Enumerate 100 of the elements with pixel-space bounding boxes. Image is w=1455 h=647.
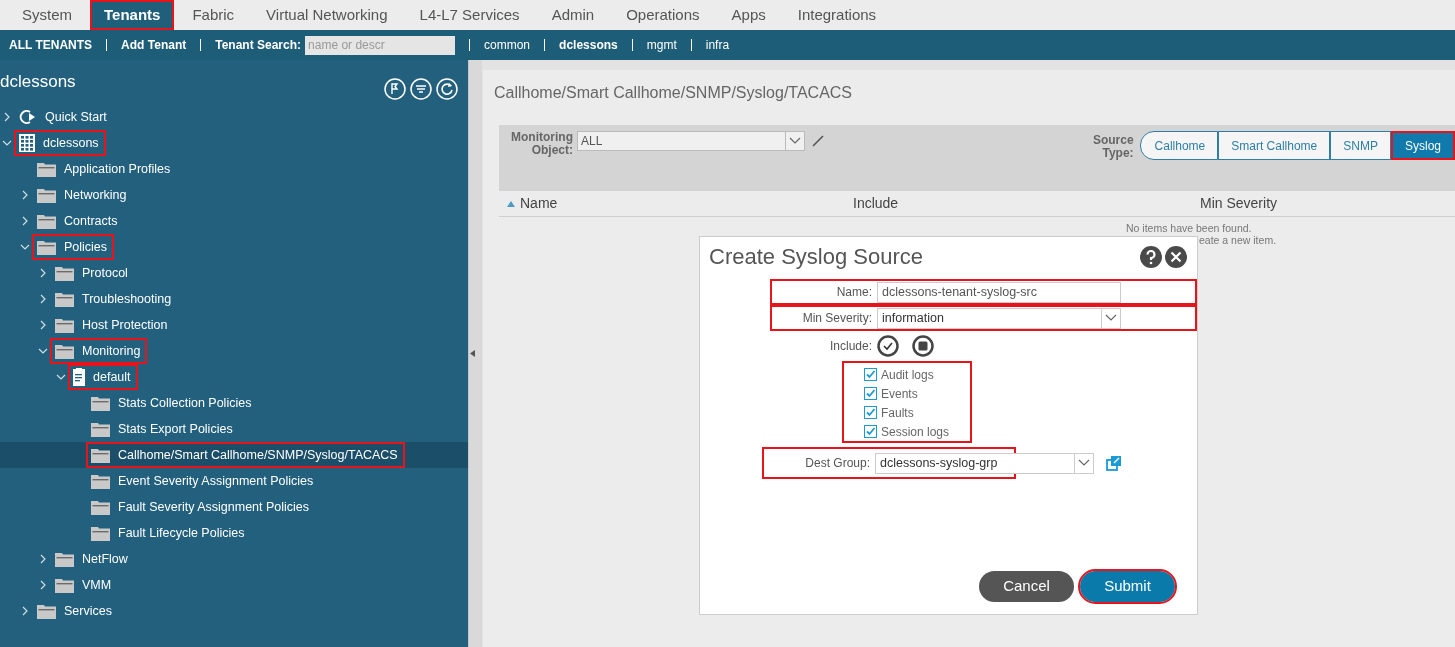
min-severity-select[interactable]: information	[877, 307, 1121, 329]
pencil-icon[interactable]	[811, 134, 825, 148]
tree-item[interactable]: default	[0, 364, 468, 390]
tree-item[interactable]: Protocol	[0, 260, 468, 286]
tree-item[interactable]: Stats Export Policies	[0, 416, 468, 442]
checkbox[interactable]	[864, 406, 877, 419]
tree-item[interactable]: Fault Lifecycle Policies	[0, 520, 468, 546]
tree-item[interactable]: Services	[0, 598, 468, 624]
tree-item[interactable]: Fault Severity Assignment Policies	[0, 494, 468, 520]
tree-item-label: Troubleshooting	[82, 290, 172, 308]
folder-icon	[55, 343, 74, 359]
chevron-right-icon[interactable]	[20, 190, 30, 200]
tree-item[interactable]: NetFlow	[0, 546, 468, 572]
list-icon[interactable]	[410, 78, 432, 100]
select-all-icon[interactable]	[877, 335, 899, 357]
name-label: Name:	[835, 284, 872, 301]
chevron-right-icon[interactable]	[38, 294, 48, 304]
tenant-search-field[interactable]: name or descr	[305, 35, 456, 55]
nav-tab[interactable]: Integrations	[783, 0, 891, 30]
folder-icon	[91, 525, 110, 541]
chevron-down-icon[interactable]	[38, 346, 48, 356]
checkbox[interactable]	[864, 387, 877, 400]
tree-item-label: Stats Collection Policies	[118, 394, 252, 412]
tree-item[interactable]: VMM	[0, 572, 468, 598]
play-circle-icon	[19, 109, 37, 125]
tree-item-label: VMM	[82, 576, 112, 594]
chevron-down-icon[interactable]	[2, 138, 12, 148]
tenant-link[interactable]: dclessons	[559, 36, 618, 54]
tree-item-label: Networking	[64, 186, 127, 204]
source-type-option[interactable]: Callhome	[1139, 131, 1219, 160]
tree-item[interactable]: Event Severity Assignment Policies	[0, 468, 468, 494]
tree-item[interactable]: dclessons	[0, 130, 468, 156]
tree-item-label: Protocol	[82, 264, 128, 282]
chevron-right-icon[interactable]	[38, 554, 48, 564]
chevron-right-icon[interactable]	[38, 580, 48, 590]
open-external-icon[interactable]	[1106, 455, 1122, 471]
tree-item-label: Host Protection	[82, 316, 168, 334]
nav-tab[interactable]: L4-L7 Services	[405, 0, 534, 30]
source-type-option[interactable]: Smart Callhome	[1218, 131, 1331, 160]
empty-table-hint: eate a new item.	[1199, 234, 1277, 246]
tenant-link[interactable]: mgmt	[646, 36, 677, 54]
nav-tab[interactable]: Fabric	[178, 0, 249, 30]
close-icon[interactable]	[1165, 245, 1187, 268]
chevron-down-icon[interactable]	[20, 242, 30, 252]
chevron-right-icon[interactable]	[38, 320, 48, 330]
chevron-right-icon[interactable]	[20, 216, 30, 226]
chevron-down-icon[interactable]	[56, 372, 66, 382]
tree-item[interactable]: Stats Collection Policies	[0, 390, 468, 416]
folder-icon	[91, 499, 110, 515]
tree-item[interactable]: Policies	[0, 234, 468, 260]
document-icon	[73, 368, 85, 386]
source-type-option[interactable]: Syslog	[1390, 131, 1455, 160]
deselect-all-icon[interactable]	[912, 335, 934, 357]
column-header[interactable]: Name	[520, 193, 558, 214]
submit-button[interactable]: Submit	[1080, 571, 1175, 602]
tree-item[interactable]: Quick Start	[0, 104, 468, 130]
tree-item[interactable]: Callhome/Smart Callhome/SNMP/Syslog/TACACS	[0, 442, 468, 468]
tenant-link[interactable]: common	[484, 36, 531, 54]
tree-item-label: Policies	[64, 238, 108, 256]
sidebar-title: dclessons	[0, 71, 76, 94]
nav-tab[interactable]: Admin	[537, 0, 609, 30]
flag-icon[interactable]	[384, 78, 406, 100]
collapse-arrow-icon[interactable]	[470, 350, 475, 357]
nav-tab[interactable]: Tenants	[90, 0, 175, 30]
source-type-option[interactable]: SNMP	[1330, 131, 1391, 160]
monitoring-object-select[interactable]: ALL	[577, 131, 805, 151]
all-tenants-link[interactable]: ALL TENANTS	[9, 36, 93, 54]
tree-item[interactable]: Contracts	[0, 208, 468, 234]
column-header[interactable]: Min Severity	[1200, 193, 1278, 214]
refresh-icon[interactable]	[436, 78, 458, 100]
nav-tab[interactable]: Operations	[612, 0, 714, 30]
nav-tab[interactable]: Apps	[717, 0, 780, 30]
sort-ascending-icon[interactable]	[507, 200, 515, 207]
dest-group-select[interactable]: dclessons-syslog-grp	[875, 452, 1094, 474]
cancel-button[interactable]: Cancel	[979, 571, 1074, 602]
tree-item[interactable]: Troubleshooting	[0, 286, 468, 312]
tenant-link[interactable]: infra	[705, 36, 730, 54]
nav-tab[interactable]: System	[8, 0, 86, 30]
chevron-right-icon[interactable]	[2, 112, 12, 122]
tree-item[interactable]: Application Profiles	[0, 156, 468, 182]
add-tenant-link[interactable]: Add Tenant	[121, 36, 187, 54]
tree-item-label: Services	[64, 602, 112, 620]
nav-tab[interactable]: Virtual Networking	[252, 0, 402, 30]
building-icon	[19, 134, 35, 152]
help-icon[interactable]	[1140, 245, 1162, 268]
tree-item-label: Application Profiles	[64, 160, 171, 178]
tree-item[interactable]: Host Protection	[0, 312, 468, 338]
name-field[interactable]: dclessons-tenant-syslog-src	[877, 281, 1121, 303]
checkbox[interactable]	[864, 368, 877, 381]
tree-item-label: Fault Lifecycle Policies	[118, 524, 245, 542]
folder-icon	[91, 447, 110, 463]
empty-table-message: No items have been found.	[1126, 222, 1252, 234]
checkbox[interactable]	[864, 425, 877, 438]
tree-item-label: default	[93, 368, 131, 386]
chevron-right-icon[interactable]	[38, 268, 48, 278]
tree-item[interactable]: Monitoring	[0, 338, 468, 364]
column-header[interactable]: Include	[853, 193, 1200, 214]
folder-icon	[55, 265, 74, 281]
chevron-right-icon[interactable]	[20, 606, 30, 616]
tree-item[interactable]: Networking	[0, 182, 468, 208]
